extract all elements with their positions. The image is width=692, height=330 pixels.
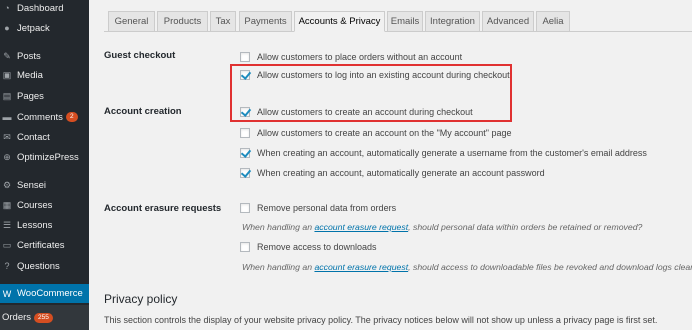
option-text: Remove access to downloads [257, 242, 377, 252]
sidebar-item-label: Orders [2, 312, 32, 323]
lessons-icon: ☰ [2, 219, 12, 230]
sidebar-item-label: Posts [17, 50, 41, 62]
sidebar-item-label: Courses [17, 199, 53, 211]
sidebar-item-label: Comments [17, 111, 63, 123]
privacy-policy-description: This section controls the display of you… [104, 315, 658, 325]
sidebar-item-media[interactable]: ▣ Media [0, 66, 89, 84]
sidebar-item-label: WooCommerce [17, 288, 83, 299]
option-text: When creating an account, automatically … [257, 168, 545, 178]
remove-downloads-checkbox[interactable] [240, 242, 250, 252]
tabs-divider [104, 31, 692, 32]
questions-icon: ? [4, 261, 10, 271]
admin-sidebar: ◔ Dashboard ● Jetpack ✎ Posts ▣ Media ▤ … [0, 0, 89, 330]
desc-text: , should personal data within orders be … [408, 222, 643, 232]
tab-integration[interactable]: Integration [425, 11, 480, 31]
sensei-icon: ⚙ [2, 179, 12, 190]
media-icon: ▣ [2, 69, 12, 80]
sidebar-item-dashboard[interactable]: ◔ Dashboard [0, 0, 89, 17]
sidebar-item-label: Jetpack [17, 22, 50, 34]
sidebar-item-contact[interactable]: ✉ Contact [0, 128, 89, 146]
guest-checkout-option[interactable]: Allow customers to place orders without … [240, 50, 462, 64]
comments-count-badge: 2 [65, 112, 78, 122]
sidebar-item-pages[interactable]: ▤ Pages [0, 87, 89, 105]
account-erasure-request-link[interactable]: account erasure request [314, 262, 408, 272]
pin-icon: ✎ [3, 50, 11, 61]
sidebar-item-woocommerce[interactable]: W WooCommerce [0, 284, 89, 303]
tab-tax[interactable]: Tax [210, 11, 236, 31]
tab-advanced[interactable]: Advanced [482, 11, 534, 31]
option-text: Remove personal data from orders [257, 203, 397, 213]
tab-products[interactable]: Products [157, 11, 208, 31]
highlight-annotation-box [230, 64, 512, 122]
orders-count-badge: 255 [34, 312, 53, 323]
create-account-myaccount-option[interactable]: Allow customers to create an account on … [240, 126, 512, 140]
sidebar-item-lessons[interactable]: ☰ Lessons [0, 216, 89, 234]
option-text: When creating an account, automatically … [257, 148, 647, 158]
dashboard-icon: ◔ [4, 3, 10, 13]
tab-aelia[interactable]: Aelia [536, 11, 570, 31]
sidebar-item-label: Questions [17, 260, 60, 272]
desc-text: , should access to downloadable files be… [408, 262, 692, 272]
remove-downloads-option[interactable]: Remove access to downloads [240, 240, 377, 254]
sidebar-item-label: OptimizePress [17, 151, 79, 163]
tab-emails[interactable]: Emails [387, 11, 423, 31]
privacy-policy-heading: Privacy policy [104, 292, 178, 306]
certificates-icon: ▭ [2, 239, 12, 250]
option-text: Allow customers to create an account on … [257, 128, 512, 138]
pages-icon: ▤ [2, 90, 12, 101]
sidebar-item-label: Dashboard [17, 2, 64, 14]
sidebar-item-sensei[interactable]: ⚙ Sensei [0, 176, 89, 194]
comments-icon: ▬ [2, 112, 12, 122]
sidebar-item-label: Sensei [17, 179, 47, 191]
sidebar-item-courses[interactable]: ▦ Courses [0, 196, 89, 214]
desc-text: When handling an [242, 262, 315, 272]
generate-password-checkbox[interactable] [240, 168, 250, 178]
sidebar-subitem-orders[interactable]: Orders 255 [0, 305, 89, 330]
create-account-myaccount-checkbox[interactable] [240, 128, 250, 138]
account-creation-label: Account creation [104, 106, 182, 117]
sidebar-item-label: Contact [17, 131, 50, 143]
remove-personal-data-option[interactable]: Remove personal data from orders [240, 201, 396, 215]
erasure-description-orders: When handling an account erasure request… [242, 222, 642, 232]
jetpack-icon: ● [4, 23, 10, 33]
option-text: Allow customers to place orders without … [257, 52, 463, 62]
sidebar-item-comments[interactable]: ▬ Comments 2 [0, 108, 89, 126]
generate-username-option[interactable]: When creating an account, automatically … [240, 146, 647, 160]
tab-payments[interactable]: Payments [239, 11, 292, 31]
account-erasure-label: Account erasure requests [104, 203, 222, 214]
sidebar-item-certificates[interactable]: ▭ Certificates [0, 236, 89, 254]
generate-username-checkbox[interactable] [240, 148, 250, 158]
optimizepress-icon: ⊕ [3, 151, 11, 162]
courses-icon: ▦ [2, 199, 12, 210]
sidebar-item-label: Pages [17, 90, 44, 102]
desc-text: When handling an [242, 222, 315, 232]
allow-guest-orders-checkbox[interactable] [240, 52, 250, 62]
sidebar-item-posts[interactable]: ✎ Posts [0, 47, 89, 65]
sidebar-item-label: Certificates [17, 239, 65, 251]
sidebar-item-label: Lessons [17, 219, 53, 231]
guest-checkout-label: Guest checkout [104, 50, 176, 61]
woocommerce-icon: W [2, 288, 12, 299]
sidebar-item-label: Media [17, 69, 43, 81]
erasure-description-downloads: When handling an account erasure request… [242, 262, 692, 272]
sidebar-item-questions[interactable]: ? Questions [0, 257, 89, 275]
mail-icon: ✉ [3, 131, 11, 142]
account-erasure-request-link[interactable]: account erasure request [314, 222, 408, 232]
sidebar-item-jetpack[interactable]: ● Jetpack [0, 19, 89, 37]
tab-accounts-privacy[interactable]: Accounts & Privacy [294, 11, 385, 32]
remove-personal-data-checkbox[interactable] [240, 203, 250, 213]
tab-general[interactable]: General [108, 11, 155, 31]
generate-password-option[interactable]: When creating an account, automatically … [240, 166, 545, 180]
sidebar-item-optimizepress[interactable]: ⊕ OptimizePress [0, 148, 89, 166]
